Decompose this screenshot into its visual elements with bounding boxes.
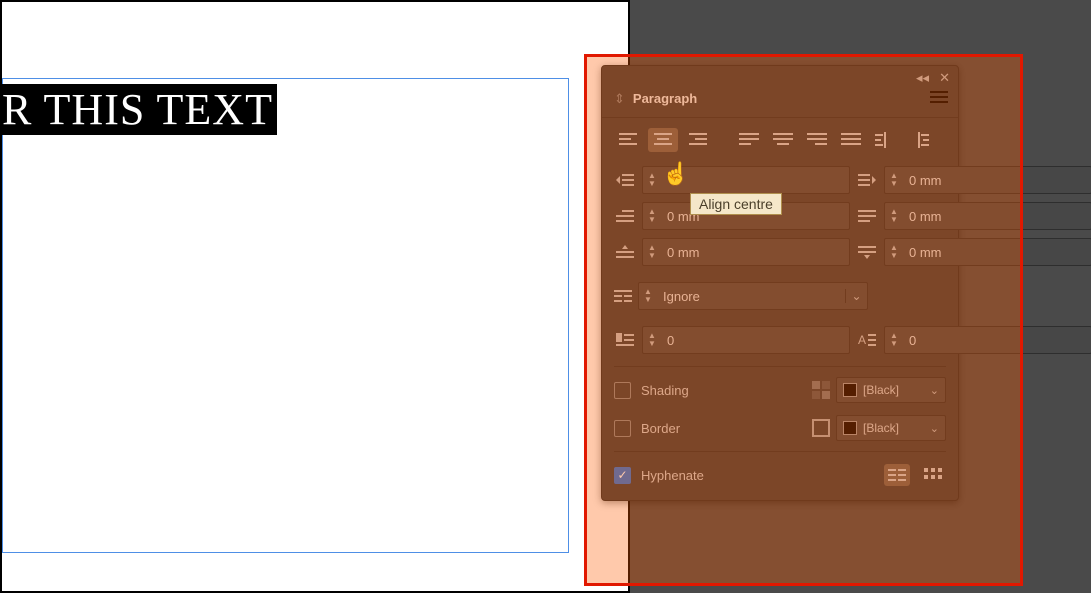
align-center-button[interactable] [648, 128, 678, 152]
space-before-stepper[interactable]: ▲▼ [642, 238, 850, 266]
dropcap-lines-icon [614, 333, 636, 347]
left-indent-field: ▲▼ [614, 166, 850, 194]
span-columns-field: ▲▼ ⌄ [614, 282, 804, 310]
border-swatch-label: [Black] [863, 421, 899, 435]
chevron-down-icon[interactable]: ⌄ [930, 384, 939, 397]
span-columns-icon [614, 289, 632, 303]
align-center-tooltip: Align centre [690, 193, 782, 215]
dropcap-chars-icon: A [856, 333, 878, 347]
space-after-field: ▲▼ [856, 238, 1091, 266]
dropcap-chars-input[interactable] [903, 333, 1091, 348]
right-indent-input[interactable] [903, 173, 1091, 188]
stepper-chevrons[interactable]: ▲▼ [643, 208, 661, 224]
swatch-square [843, 421, 857, 435]
right-indent-field: ▲▼ [856, 166, 1091, 194]
border-preview-icon [810, 419, 832, 437]
shading-row: Shading [Black] ⌄ [602, 371, 958, 409]
shading-label: Shading [641, 383, 689, 398]
space-after-input[interactable] [903, 245, 1091, 260]
view-list-button[interactable] [884, 464, 910, 486]
stepper-chevrons[interactable]: ▲▼ [639, 288, 657, 304]
stepper-chevrons[interactable]: ▲▼ [885, 244, 903, 260]
shading-preview-icon [810, 381, 832, 399]
paragraph-panel: ◂◂ ✕ ⇕ Paragraph ▲▼ ▲▼ [601, 65, 959, 501]
svg-text:A: A [858, 333, 866, 347]
dropcap-chars-stepper[interactable]: ▲▼ [884, 326, 1091, 354]
dropcap-chars-field: A ▲▼ [856, 326, 1091, 354]
right-indent-stepper[interactable]: ▲▼ [884, 166, 1091, 194]
stepper-chevrons[interactable]: ▲▼ [643, 332, 661, 348]
panel-title: Paragraph [633, 91, 697, 106]
left-indent-icon [614, 173, 636, 187]
border-swatch-select[interactable]: [Black] ⌄ [836, 415, 946, 441]
canvas[interactable]: R THIS TEXT [0, 0, 630, 593]
align-right-button[interactable] [682, 128, 712, 152]
stepper-chevrons[interactable]: ▲▼ [643, 172, 661, 188]
justify-last-right-button[interactable] [802, 128, 832, 152]
swatch-square [843, 383, 857, 397]
chevron-down-icon[interactable]: ⌄ [930, 422, 939, 435]
border-label: Border [641, 421, 680, 436]
alignment-row [602, 118, 958, 158]
panel-menu-icon[interactable] [930, 90, 948, 107]
drag-grip-icon[interactable]: ⇕ [614, 91, 625, 107]
stepper-chevrons[interactable]: ▲▼ [885, 172, 903, 188]
last-line-indent-icon [856, 209, 878, 223]
last-line-indent-stepper[interactable]: ▲▼ [884, 202, 1091, 230]
justify-last-left-button[interactable] [734, 128, 764, 152]
shading-swatch-label: [Black] [863, 383, 899, 397]
text-frame[interactable] [2, 78, 569, 553]
left-indent-stepper[interactable]: ▲▼ [642, 166, 850, 194]
align-spine-button[interactable] [870, 128, 900, 152]
justify-last-center-button[interactable] [768, 128, 798, 152]
shading-checkbox[interactable] [614, 382, 631, 399]
space-before-field: ▲▼ [614, 238, 850, 266]
stepper-chevrons[interactable]: ▲▼ [885, 208, 903, 224]
span-columns-stepper[interactable]: ▲▼ ⌄ [638, 282, 868, 310]
selected-text[interactable]: R THIS TEXT [2, 84, 277, 135]
align-left-button[interactable] [614, 128, 644, 152]
panel-close-icon[interactable]: ✕ [939, 70, 950, 86]
justify-full-button[interactable] [836, 128, 866, 152]
stepper-chevrons[interactable]: ▲▼ [643, 244, 661, 260]
dropcap-lines-input[interactable] [661, 333, 849, 348]
hyphenate-label: Hyphenate [641, 468, 704, 483]
hyphenate-checkbox[interactable]: ✓ [614, 467, 631, 484]
align-away-spine-button[interactable] [904, 128, 934, 152]
dropcap-lines-stepper[interactable]: ▲▼ [642, 326, 850, 354]
panel-collapse-icon[interactable]: ◂◂ [916, 70, 929, 86]
border-row: Border [Black] ⌄ [602, 409, 958, 447]
left-indent-input[interactable] [661, 173, 849, 188]
span-columns-input[interactable] [657, 289, 845, 304]
space-after-icon [856, 245, 878, 259]
last-line-indent-input[interactable] [903, 209, 1091, 224]
view-grid-button[interactable] [920, 464, 946, 486]
border-checkbox[interactable] [614, 420, 631, 437]
right-indent-icon [856, 173, 878, 187]
dropcap-lines-field: ▲▼ [614, 326, 850, 354]
first-line-indent-icon [614, 209, 636, 223]
space-after-stepper[interactable]: ▲▼ [884, 238, 1091, 266]
last-line-indent-field: ▲▼ [856, 202, 1091, 230]
shading-swatch-select[interactable]: [Black] ⌄ [836, 377, 946, 403]
space-before-input[interactable] [661, 245, 849, 260]
stepper-chevrons[interactable]: ▲▼ [885, 332, 903, 348]
span-dropdown-icon[interactable]: ⌄ [845, 289, 867, 303]
space-before-icon [614, 245, 636, 259]
